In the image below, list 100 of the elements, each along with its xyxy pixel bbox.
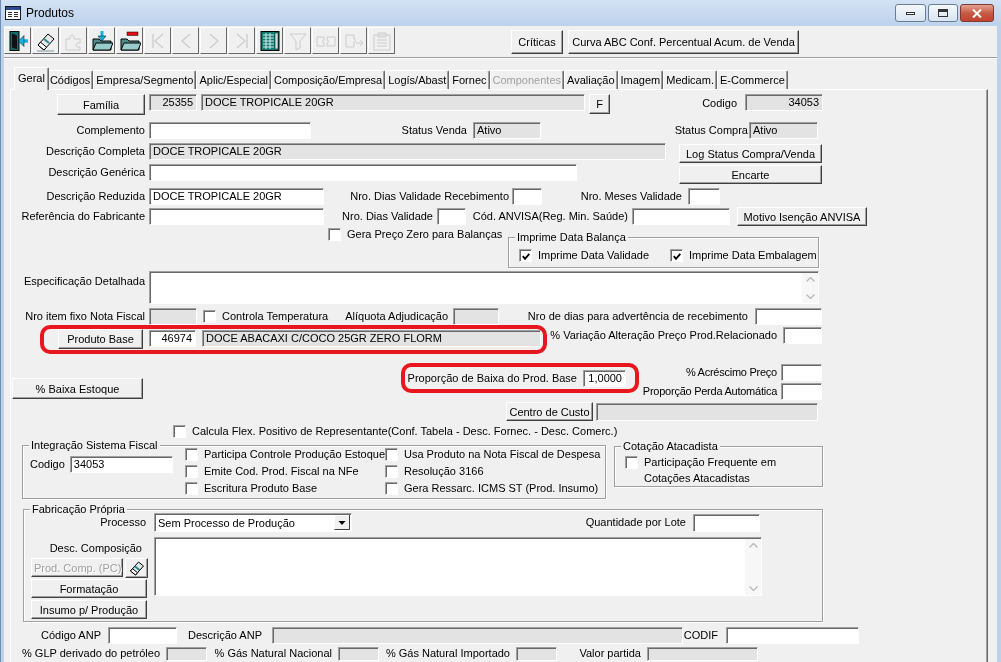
field-label: Nro de dias para advertência de recebimento bbox=[527, 309, 748, 323]
checkbox[interactable] bbox=[385, 465, 398, 478]
family-button[interactable]: Família bbox=[57, 94, 145, 115]
maximize-button[interactable] bbox=[928, 4, 958, 22]
text-field[interactable] bbox=[726, 626, 859, 644]
text-field[interactable] bbox=[632, 208, 730, 225]
checkbox-label[interactable]: Usa Produto na Nota Fiscal de Despesa bbox=[404, 448, 601, 461]
field-label: % Acréscimo Preço bbox=[685, 366, 777, 379]
field-label: Descrição Reduzida bbox=[46, 189, 145, 203]
minimize-button[interactable] bbox=[895, 4, 926, 22]
process-dropdown[interactable]: Sem Processo de Produção bbox=[154, 513, 352, 532]
window-title: Produtos bbox=[26, 6, 75, 20]
toolbar-text-button[interactable]: Críticas bbox=[511, 30, 563, 54]
field-label: % GLP derivado do petróleo bbox=[22, 647, 160, 660]
field-label: % Variação Alteração Preço Prod.Relacionado bbox=[550, 329, 777, 342]
text-field[interactable] bbox=[688, 187, 720, 205]
text-field[interactable] bbox=[108, 626, 177, 644]
field-label: Processo bbox=[100, 516, 146, 529]
folder-download-icon bbox=[90, 29, 113, 52]
text-field[interactable]: 46974 bbox=[149, 330, 196, 347]
checkbox[interactable] bbox=[185, 465, 198, 478]
toolbar-button[interactable] bbox=[88, 27, 115, 54]
base-product-button[interactable]: Produto Base bbox=[58, 329, 143, 349]
checkbox-label[interactable]: Controla Temperatura bbox=[222, 309, 329, 323]
checkbox[interactable] bbox=[203, 309, 216, 323]
checkbox-label[interactable]: Gera Preço Zero para Balanças bbox=[347, 228, 503, 241]
checkbox[interactable] bbox=[625, 456, 638, 469]
checkbox[interactable] bbox=[185, 448, 198, 461]
field-label: Referência do Fabricante bbox=[21, 210, 145, 223]
tab[interactable]: E-Commerce bbox=[716, 70, 788, 89]
checkbox[interactable] bbox=[670, 249, 683, 262]
tab[interactable]: Fornec bbox=[449, 70, 490, 89]
eraser-button[interactable] bbox=[125, 558, 148, 578]
checkbox-label[interactable]: Emite Cod. Prod. Fiscal na NFe bbox=[204, 465, 359, 478]
tab[interactable]: Composição/Empresa bbox=[270, 70, 386, 89]
tab[interactable]: Logís/Abast bbox=[385, 70, 450, 89]
toolbar-button[interactable] bbox=[256, 27, 283, 54]
text-field[interactable] bbox=[512, 187, 542, 205]
checkbox[interactable] bbox=[385, 482, 398, 495]
checkmark-icon bbox=[522, 252, 530, 260]
checkbox[interactable] bbox=[328, 228, 341, 241]
field-label: CODIF bbox=[683, 628, 718, 642]
text-field[interactable] bbox=[149, 208, 324, 225]
exemption-reason-button[interactable]: Motivo Isenção ANVISA bbox=[737, 207, 867, 226]
text-field[interactable] bbox=[149, 121, 311, 139]
field-label: Nro. Meses Validade bbox=[580, 189, 682, 203]
toolbar-button[interactable] bbox=[4, 27, 31, 54]
text-field[interactable] bbox=[781, 383, 822, 400]
checkbox-label[interactable]: Escritura Produto Base bbox=[204, 482, 318, 495]
log-status-button[interactable]: Log Status Compra/Venda bbox=[679, 144, 822, 163]
tab[interactable]: Imagem bbox=[617, 70, 664, 89]
checkbox-label[interactable]: Participa Controle Produção Estoque bbox=[204, 448, 385, 461]
field-label: Proporção Perda Automática bbox=[642, 385, 777, 398]
field-label: Desc. Composição bbox=[49, 542, 142, 555]
checkbox[interactable] bbox=[385, 448, 398, 461]
scrollbar[interactable] bbox=[745, 539, 761, 595]
text-field[interactable]: 1,0000 bbox=[583, 369, 626, 387]
text-field[interactable] bbox=[755, 307, 822, 325]
toolbar-button[interactable] bbox=[32, 27, 59, 54]
text-area[interactable] bbox=[149, 271, 819, 304]
checkbox-label[interactable]: Imprime Data Validade bbox=[538, 249, 650, 262]
tab[interactable]: Avaliação bbox=[564, 70, 618, 89]
field-label: Cód. ANVISA(Reg. Min. Saúde) bbox=[472, 210, 628, 223]
checkbox[interactable] bbox=[173, 425, 186, 438]
close-button[interactable] bbox=[960, 4, 994, 22]
checkbox[interactable] bbox=[185, 482, 198, 495]
field-label: % Gás Natural Importado bbox=[385, 647, 510, 660]
scrollbar[interactable] bbox=[802, 273, 818, 303]
checkbox-label[interactable]: Imprime Data Embalagem bbox=[689, 249, 817, 262]
insert-button[interactable]: Encarte bbox=[679, 165, 822, 184]
toolbar-button[interactable] bbox=[116, 27, 143, 54]
checkbox-label[interactable]: Resolução 3166 bbox=[404, 465, 484, 478]
field-label: Nro. Dias Validade Recebimento bbox=[350, 189, 509, 203]
text-field[interactable] bbox=[781, 364, 822, 381]
window-icon bbox=[5, 6, 21, 20]
checkbox-label[interactable]: Participação Frequente em Cotações Atacadistas bbox=[644, 454, 809, 486]
tab[interactable]: Códigos bbox=[46, 70, 94, 89]
text-area[interactable] bbox=[154, 537, 762, 596]
tab[interactable]: Geral bbox=[14, 67, 49, 90]
tab[interactable]: Empresa/Segmento bbox=[93, 70, 197, 89]
field-label: Codigo bbox=[30, 458, 65, 471]
eraser-icon bbox=[128, 560, 145, 576]
cost-center-button[interactable]: Centro de Custo bbox=[506, 402, 593, 421]
text-field[interactable]: DOCE TROPICALE 20GR bbox=[149, 187, 324, 205]
checkbox-label[interactable]: Gera Ressarc. ICMS ST (Prod. Insumo) bbox=[404, 482, 599, 495]
text-field[interactable] bbox=[149, 164, 577, 181]
lookup-button[interactable]: F bbox=[589, 94, 610, 114]
stock-deduction-button[interactable]: % Baixa Estoque bbox=[12, 378, 143, 399]
tab[interactable]: Aplic/Especial bbox=[196, 70, 271, 89]
field-label: Valor partida bbox=[579, 647, 641, 660]
tab[interactable]: Medicam. bbox=[663, 70, 717, 89]
toolbar-text-button[interactable]: Curva ABC Conf. Percentual Acum. de Venda bbox=[568, 30, 799, 54]
production-input-button[interactable]: Insumo p/ Produção bbox=[31, 600, 147, 619]
text-field[interactable] bbox=[693, 513, 760, 532]
text-field[interactable]: 34053 bbox=[69, 456, 173, 473]
text-field[interactable] bbox=[783, 327, 822, 344]
text-field[interactable] bbox=[437, 208, 466, 225]
checkbox-label[interactable]: Calcula Flex. Positivo de Representante(Conf. Tabela - Desc. Fornec. - Desc. Comerc.) bbox=[192, 425, 618, 438]
checkbox[interactable] bbox=[519, 249, 532, 262]
formatting-button[interactable]: Formatação bbox=[31, 579, 147, 598]
